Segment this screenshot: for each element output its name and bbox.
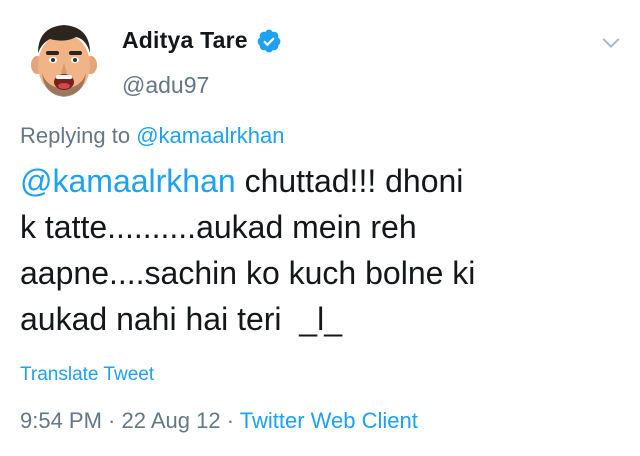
tweet-line-4: aukad nahi hai teri _l_	[20, 301, 342, 337]
chevron-down-icon[interactable]	[600, 32, 622, 54]
replying-to-prefix: Replying to	[20, 123, 131, 148]
meta-separator: ·	[220, 408, 240, 433]
tweet-meta: 9:54 PM · 22 Aug 12 · Twitter Web Client	[20, 408, 418, 434]
tweet-line-3: aapne....sachin ko kuch bolne ki	[20, 255, 476, 291]
tweet-date[interactable]: 22 Aug 12	[122, 408, 221, 433]
translate-tweet-link[interactable]: Translate Tweet	[20, 364, 154, 386]
cartoon-avatar-icon	[20, 15, 108, 103]
author-display-name[interactable]: Aditya Tare	[122, 27, 248, 54]
tweet-time[interactable]: 9:54 PM	[20, 408, 102, 433]
replying-to-link[interactable]: @kamaalrkhan	[136, 123, 284, 148]
replying-to: Replying to @kamaalrkhan	[20, 123, 285, 149]
tweet-line-2: k tatte..........aukad mein reh	[20, 209, 417, 245]
mention-link[interactable]: @kamaalrkhan	[20, 163, 236, 199]
tweet-line-1-text: chuttad!!! dhoni	[235, 163, 464, 199]
tweet-card: Aditya Tare @adu97 Replying to @kamaalrk…	[0, 0, 640, 456]
tweet-text: @kamaalrkhan chuttad!!! dhoni k tatte...…	[20, 158, 620, 342]
author-name-row[interactable]: Aditya Tare	[122, 27, 282, 54]
author-handle[interactable]: @adu97	[122, 72, 209, 99]
tweet-line-1: @kamaalrkhan chuttad!!! dhoni	[20, 158, 620, 204]
tweet-source-link[interactable]: Twitter Web Client	[240, 408, 418, 433]
meta-separator: ·	[101, 408, 122, 433]
avatar[interactable]	[20, 15, 108, 103]
verified-badge-icon	[257, 29, 281, 52]
